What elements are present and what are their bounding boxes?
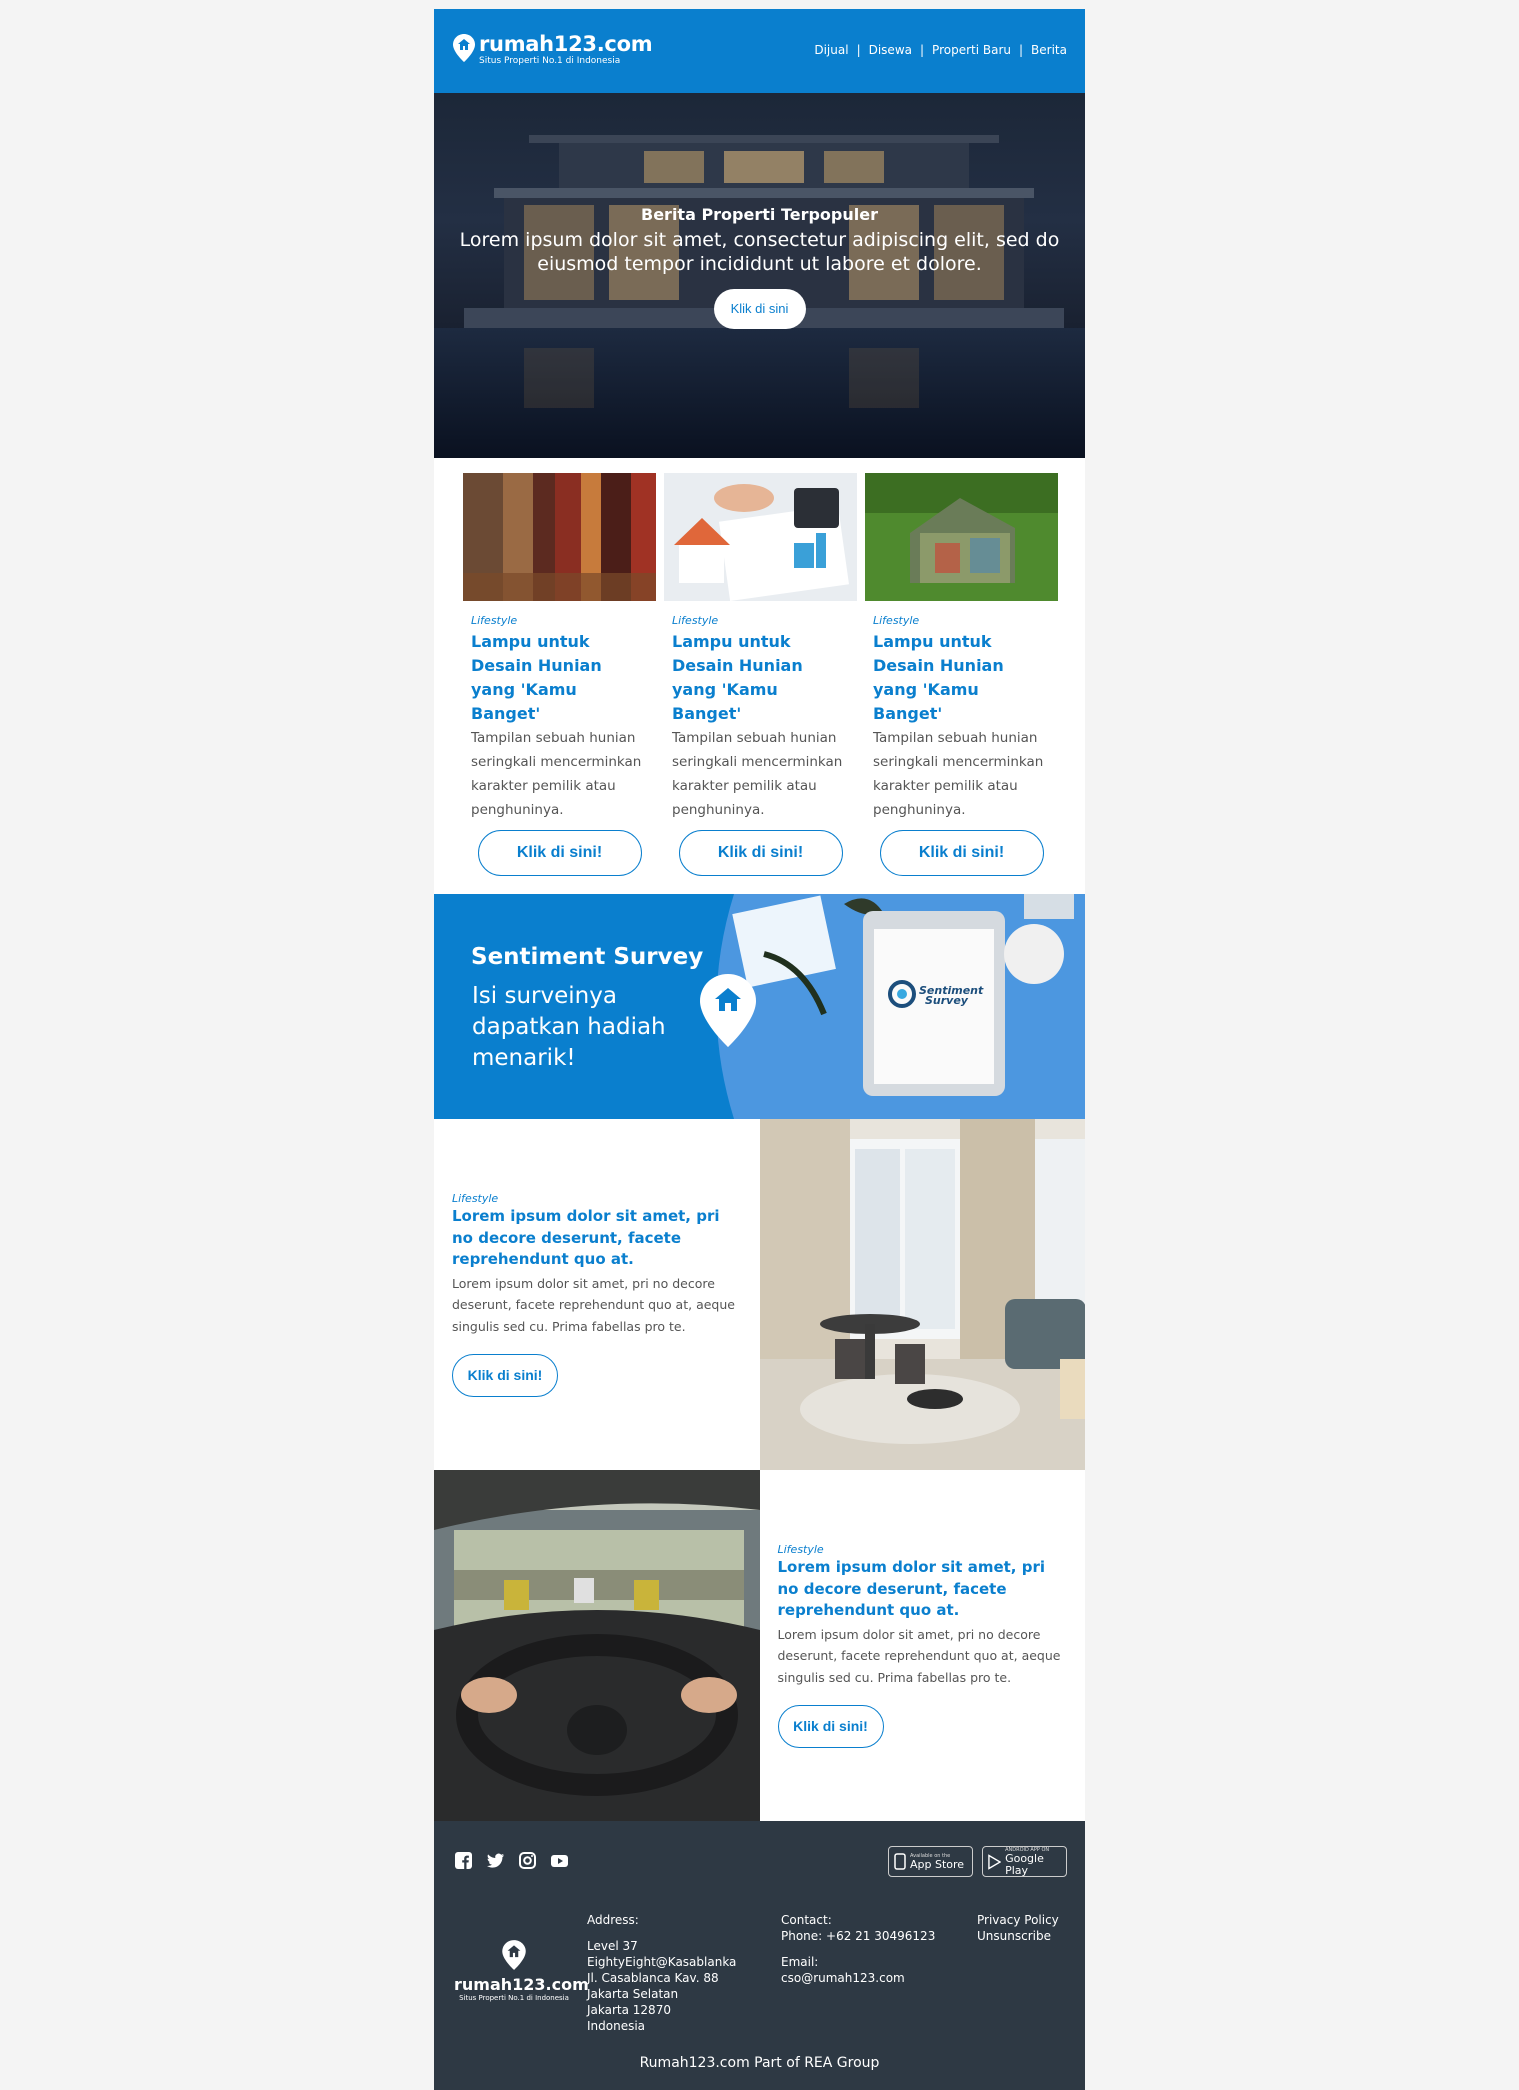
privacy-policy-link[interactable]: Privacy Policy: [977, 1912, 1059, 1928]
footer-contact: Contact: Phone: +62 21 30496123 Email: c…: [781, 1912, 935, 1986]
address-label: Address:: [587, 1913, 639, 1927]
facebook-icon[interactable]: [454, 1851, 473, 1870]
footer-address: Address: Level 37 EightyEight@Kasablanka…: [587, 1912, 736, 2034]
article-thumbnail[interactable]: [463, 473, 656, 601]
phone-icon: [894, 1853, 906, 1870]
survey-text: Isi surveinya dapatkan hadiah menarik!: [472, 983, 666, 1071]
survey-logo: Sentiment Survey: [919, 985, 983, 1007]
hero-subtitle: Berita Properti Terpopuler: [641, 205, 878, 224]
article-card: Lifestyle Lampu untuk Desain Hunian yang…: [463, 473, 656, 876]
footer-brand: rumah123.com: [454, 1975, 589, 1994]
survey-title: Sentiment Survey: [471, 944, 704, 970]
address-line: Jakarta 12870: [587, 2003, 671, 2017]
feature-category: Lifestyle: [777, 1543, 824, 1556]
footer-copyright: Rumah123.com Part of REA Group: [639, 2055, 880, 2071]
article-thumbnail[interactable]: [865, 473, 1058, 601]
article-title[interactable]: Lampu untuk Desain Hunian yang 'Kamu Ban…: [873, 630, 1050, 726]
hero-body: Lorem ipsum dolor sit amet, consectetur …: [459, 229, 1060, 275]
footer-logo[interactable]: rumah123.com Situs Properti No.1 di Indo…: [454, 1939, 589, 2002]
article-title[interactable]: Lampu untuk Desain Hunian yang 'Kamu Ban…: [672, 630, 849, 726]
top-nav: Dijual | Disewa | Properti Baru | Berita: [814, 43, 1067, 57]
feature-description: Lorem ipsum dolor sit amet, pri no decor…: [777, 1626, 1061, 1685]
nav-disewa[interactable]: Disewa: [869, 43, 912, 57]
location-pin-icon: [502, 1940, 526, 1970]
email-container: rumah123.com Situs Properti No.1 di Indo…: [434, 9, 1085, 2090]
feature-cta-button[interactable]: Klik di sini!: [777, 1705, 884, 1748]
unsubscribe-link[interactable]: Unsunscribe: [977, 1928, 1059, 1944]
email-label: Email:: [781, 1955, 819, 1969]
article-card: Lifestyle Lampu untuk Desain Hunian yang…: [865, 473, 1058, 876]
hero-cta-button[interactable]: Klik di sini: [713, 289, 806, 329]
nav-separator: |: [856, 43, 861, 57]
twitter-icon[interactable]: [486, 1851, 505, 1870]
address-line: Jakarta Selatan: [587, 1987, 679, 2001]
feature-title[interactable]: Lorem ipsum dolor sit amet, pri no decor…: [452, 1206, 742, 1271]
nav-separator: |: [920, 43, 925, 57]
app-store-badge[interactable]: Available on the App Store: [888, 1846, 973, 1877]
brand-name: rumah123.com: [479, 32, 653, 56]
feature-image[interactable]: [759, 1119, 1085, 1470]
article-description: Tampilan sebuah hunian seringkali mencer…: [471, 730, 642, 818]
header: rumah123.com Situs Properti No.1 di Indo…: [434, 9, 1085, 93]
google-play-label: Google Play: [1005, 1851, 1044, 1877]
article-cta-button[interactable]: Klik di sini!: [879, 830, 1044, 876]
survey-logo-line-2: Survey: [925, 994, 968, 1007]
feature-row: Lifestyle Lorem ipsum dolor sit amet, pr…: [434, 1119, 1085, 1470]
address-line: Jl. Casablanca Kav. 88: [587, 1971, 719, 1985]
feature-category: Lifestyle: [452, 1192, 499, 1205]
location-pin-icon: [453, 34, 475, 62]
social-links: [454, 1851, 569, 1870]
article-category: Lifestyle: [672, 614, 719, 627]
hero-text: Berita Properti Terpopuler Lorem ipsum d…: [434, 205, 1085, 329]
contact-label: Contact:: [781, 1913, 832, 1927]
wood-interior-image: [463, 473, 656, 601]
article-category: Lifestyle: [471, 614, 518, 627]
footer-tagline: Situs Properti No.1 di Indonesia: [459, 1994, 569, 2002]
article-thumbnail[interactable]: [664, 473, 857, 601]
nav-separator: |: [1019, 43, 1024, 57]
feature-text: Lifestyle Lorem ipsum dolor sit amet, pr…: [434, 1119, 760, 1470]
nav-dijual[interactable]: Dijual: [814, 43, 848, 57]
feature-cta-button[interactable]: Klik di sini!: [452, 1354, 558, 1397]
feature-title[interactable]: Lorem ipsum dolor sit amet, pri no decor…: [778, 1557, 1068, 1622]
money-house-image: [865, 473, 1058, 601]
nav-berita[interactable]: Berita: [1031, 43, 1067, 57]
article-cta-button[interactable]: Klik di sini!: [678, 830, 843, 876]
google-play-badge[interactable]: ANDROID APP ON Google Play: [982, 1846, 1067, 1877]
feature-text: Lifestyle Lorem ipsum dolor sit amet, pr…: [760, 1470, 1086, 1821]
play-icon: [988, 1853, 1002, 1870]
app-store-badges: Available on the App Store ANDROID APP O…: [888, 1846, 1067, 1877]
article-title[interactable]: Lampu untuk Desain Hunian yang 'Kamu Ban…: [471, 630, 648, 726]
car-toll-image: [434, 1470, 760, 1821]
contact-phone[interactable]: Phone: +62 21 30496123: [781, 1928, 935, 1944]
article-cta-button[interactable]: Klik di sini!: [477, 830, 642, 876]
article-grid: Lifestyle Lampu untuk Desain Hunian yang…: [434, 458, 1085, 894]
feature-row: Lifestyle Lorem ipsum dolor sit amet, pr…: [434, 1470, 1085, 1821]
feature-image[interactable]: [434, 1470, 760, 1821]
brand-logo[interactable]: rumah123.com Situs Properti No.1 di Indo…: [452, 32, 653, 66]
sentiment-survey-banner[interactable]: Sentiment Survey Isi surveinya dapatkan …: [434, 894, 1085, 1119]
article-description: Tampilan sebuah hunian seringkali mencer…: [873, 730, 1044, 818]
youtube-icon[interactable]: [550, 1851, 569, 1870]
contact-email[interactable]: cso@rumah123.com: [781, 1970, 935, 1986]
article-card: Lifestyle Lampu untuk Desain Hunian yang…: [664, 473, 857, 876]
address-line: Level 37: [587, 1939, 638, 1953]
article-category: Lifestyle: [873, 614, 920, 627]
calculator-house-image: [664, 473, 857, 601]
instagram-icon[interactable]: [518, 1851, 537, 1870]
nav-properti-baru[interactable]: Properti Baru: [932, 43, 1011, 57]
living-room-image: [759, 1119, 1085, 1470]
address-line: EightyEight@Kasablanka: [587, 1955, 737, 1969]
article-description: Tampilan sebuah hunian seringkali mencer…: [672, 730, 843, 818]
hero-banner: Berita Properti Terpopuler Lorem ipsum d…: [434, 93, 1085, 458]
footer: Available on the App Store ANDROID APP O…: [434, 1821, 1085, 2090]
brand-tagline: Situs Properti No.1 di Indonesia: [479, 56, 621, 66]
footer-links: Privacy Policy Unsunscribe: [977, 1912, 1059, 1944]
feature-description: Lorem ipsum dolor sit amet, pri no decor…: [452, 1275, 735, 1334]
address-line: Indonesia: [587, 2019, 646, 2033]
app-store-label: App Store: [910, 1857, 965, 1871]
